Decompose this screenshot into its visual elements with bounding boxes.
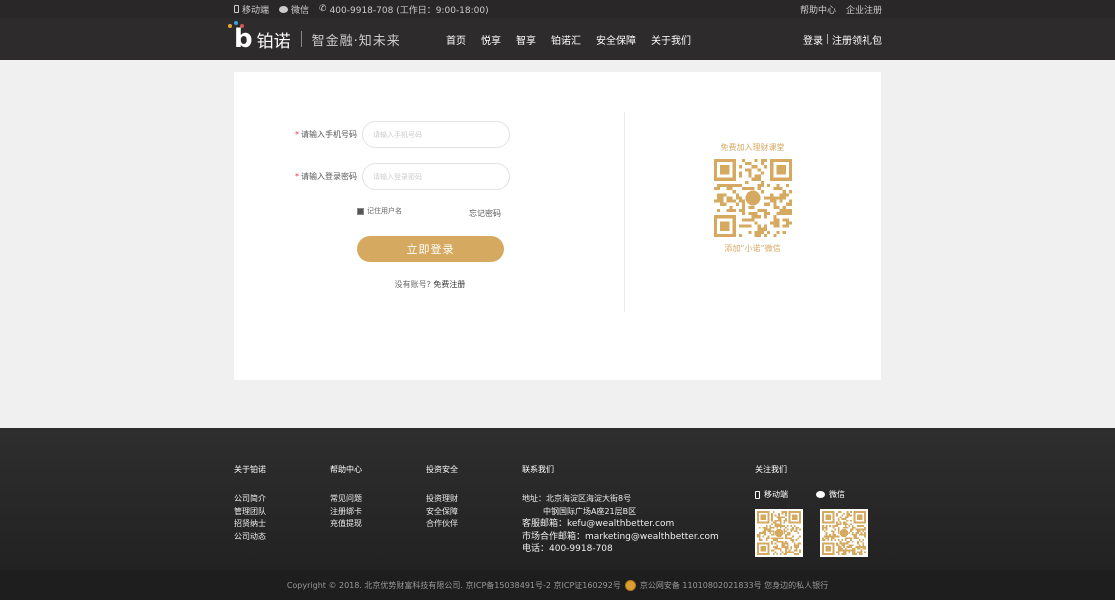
nav-security[interactable]: 安全保障: [596, 32, 636, 47]
nav-home[interactable]: 首页: [446, 32, 466, 47]
footer-link[interactable]: 合作伙伴: [426, 518, 458, 531]
mobile-link[interactable]: 移动端: [234, 3, 269, 16]
help-center-link[interactable]: 帮助中心: [800, 3, 836, 16]
password-row: * 请输入登录密码: [284, 163, 510, 190]
logo-divider: [300, 31, 302, 47]
phone-label: * 请输入手机号码: [295, 130, 357, 139]
footer-service-email: 客服邮箱：kefu@wealthbetter.com: [522, 519, 675, 529]
nav-yuexiang[interactable]: 悦享: [481, 32, 501, 47]
phone-input[interactable]: [362, 121, 510, 148]
footer-help: 帮助中心 常见问题 注册绑卡 充值提现: [330, 464, 362, 531]
wechat-link[interactable]: 微信: [279, 3, 309, 16]
footer-link[interactable]: 安全保障: [426, 506, 458, 519]
hotline: ✆ 400-9918-708 (工作日：9:00-18:00): [319, 4, 489, 16]
free-register-link[interactable]: 免费注册: [433, 280, 465, 289]
footer-help-title: 帮助中心: [330, 465, 362, 474]
qr-caption: 添加“小诺”微信: [724, 244, 781, 253]
no-account-row: 没有账号? 免费注册: [394, 280, 466, 289]
phone-row: * 请输入手机号码: [284, 121, 510, 148]
footer-tel: 电话：400-9918-708: [522, 544, 613, 554]
footer-address: 地址：北京海淀区海淀大街8号: [522, 494, 632, 503]
forgot-password-link[interactable]: 忘记密码: [469, 208, 501, 219]
police-record-text: 京公网安备 11010802021833号 您身边的私人银行: [639, 580, 829, 590]
footer-link[interactable]: 管理团队: [234, 506, 266, 519]
site-footer: 关于铂诺 公司简介 管理团队 招贤纳士 公司动态 帮助中心 常见问题 注册绑卡 …: [0, 428, 1115, 570]
main-header: b 铂诺 智金融·知未来 首页 悦享 智享 铂诺汇 安全保障 关于我们 登录 注…: [0, 18, 1115, 60]
login-link[interactable]: 登录: [803, 32, 823, 47]
footer-link[interactable]: 公司简介: [234, 493, 266, 506]
logo-text: 铂诺: [256, 31, 291, 52]
footer-link[interactable]: 注册绑卡: [330, 506, 362, 519]
footer-link[interactable]: 充值提现: [330, 518, 362, 531]
main-nav: 首页 悦享 智享 铂诺汇 安全保障 关于我们: [446, 32, 691, 47]
logo-slogan: 智金融·知未来: [311, 33, 401, 49]
wechat-icon: [279, 5, 289, 13]
copyright-text: Copyright © 2018. 北京优势财富科技有限公司. 京ICP备150…: [286, 580, 621, 590]
footer-link[interactable]: 招贤纳士: [234, 518, 266, 531]
copyright-bar: Copyright © 2018. 北京优势财富科技有限公司. 京ICP备150…: [0, 570, 1115, 600]
nav-bonuohui[interactable]: 铂诺汇: [551, 32, 581, 47]
wechat-icon: [816, 491, 825, 498]
footer-market-email: 市场合作邮箱：marketing@wealthbetter.com: [522, 531, 719, 542]
nav-zhixiang[interactable]: 智享: [516, 32, 536, 47]
login-submit-button[interactable]: 立即登录: [357, 236, 504, 262]
login-form: *请输入手机号码 *请输入登录密码 记住用户名 忘记密码 立即登录 没有账号? …: [234, 72, 624, 380]
qr-title: 免费加入理财课堂: [720, 143, 785, 152]
nav-about[interactable]: 关于我们: [651, 32, 691, 47]
footer-security: 投资安全 投资理财 安全保障 合作伙伴: [426, 464, 458, 531]
mobile-phone-icon: [755, 490, 760, 499]
footer-contact-title: 联系我们: [522, 465, 554, 474]
logo-mark: b: [228, 21, 253, 52]
police-badge-icon: [624, 579, 636, 591]
footer-link[interactable]: 常见问题: [330, 493, 362, 506]
follow-wechat[interactable]: 微信: [816, 489, 845, 500]
header-divider: [827, 34, 828, 44]
footer-about: 关于铂诺 公司简介 管理团队 招贤纳士 公司动态: [234, 464, 266, 543]
footer-about-title: 关于铂诺: [234, 465, 266, 474]
follow-mobile[interactable]: 移动端: [755, 489, 788, 500]
footer-follow: 关注我们 移动端 微信: [755, 464, 868, 557]
top-bar: 移动端 微信 ✆ 400-9918-708 (工作日：9:00-18:00) 帮…: [0, 0, 1115, 18]
register-link[interactable]: 注册领礼包: [832, 32, 882, 47]
wechat-qr-code: [713, 159, 792, 237]
footer-security-title: 投资安全: [426, 465, 458, 474]
footer-link[interactable]: 投资理财: [426, 493, 458, 506]
wechat-qr-panel: 免费加入理财课堂 添加“小诺”微信: [664, 142, 841, 254]
password-label: * 请输入登录密码: [295, 172, 357, 181]
site-logo[interactable]: b 铂诺 智金融·知未来: [228, 21, 444, 52]
login-card: *请输入手机号码 *请输入登录密码 记住用户名 忘记密码 立即登录 没有账号? …: [234, 72, 881, 380]
password-input[interactable]: [362, 163, 510, 190]
enterprise-register-link[interactable]: 企业注册: [846, 3, 882, 16]
mobile-app-qr-code: [755, 509, 803, 557]
footer-contact: 联系我们 地址：北京海淀区海淀大街8号 中钢国际广场A座21层B区 客服邮箱：k…: [522, 464, 719, 556]
mobile-phone-icon: [234, 5, 239, 13]
wechat-qr-code-small: [820, 509, 868, 557]
card-divider: [624, 112, 625, 312]
footer-follow-title: 关注我们: [755, 465, 787, 474]
telephone-icon: ✆: [319, 4, 327, 14]
footer-link[interactable]: 公司动态: [234, 531, 266, 544]
footer-address-line2: 中钢国际广场A座21层B区: [543, 506, 637, 516]
remember-checkbox[interactable]: [357, 207, 364, 215]
remember-username[interactable]: 记住用户名: [357, 206, 402, 216]
